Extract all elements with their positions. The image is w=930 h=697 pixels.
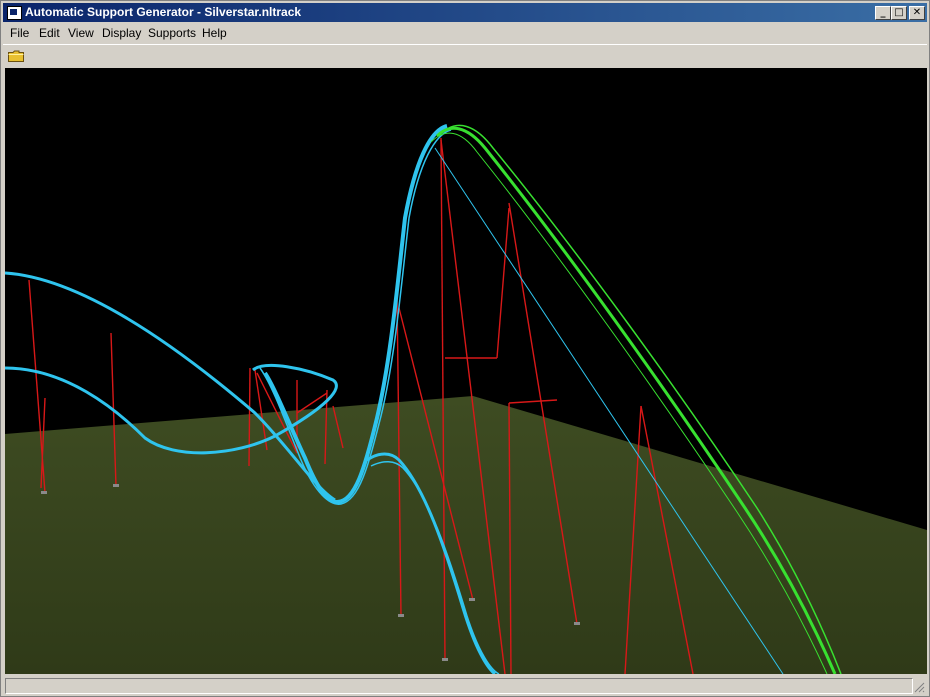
main-window: Automatic Support Generator - Silverstar… xyxy=(0,0,930,697)
menu-bar: File Edit View Display Supports Help xyxy=(3,23,927,43)
menu-supports[interactable]: Supports xyxy=(148,26,196,40)
status-text xyxy=(5,678,913,694)
status-bar xyxy=(3,676,927,695)
app-icon[interactable] xyxy=(7,6,22,20)
track-scene xyxy=(5,124,927,674)
3d-viewport[interactable] xyxy=(5,68,927,674)
title-bar[interactable]: Automatic Support Generator - Silverstar… xyxy=(3,3,927,22)
menu-help[interactable]: Help xyxy=(202,26,227,40)
menu-file[interactable]: File xyxy=(10,26,29,40)
window-title: Automatic Support Generator - Silverstar… xyxy=(25,5,302,19)
minimize-button[interactable]: _ xyxy=(875,6,891,20)
resize-grip-icon[interactable] xyxy=(913,681,925,693)
maximize-button[interactable]: □ xyxy=(891,6,907,20)
menu-edit[interactable]: Edit xyxy=(39,26,60,40)
close-button[interactable]: ✕ xyxy=(909,6,925,20)
menu-display[interactable]: Display xyxy=(102,26,141,40)
toolbar xyxy=(3,44,927,67)
menu-view[interactable]: View xyxy=(68,26,94,40)
folder-icon[interactable] xyxy=(8,50,24,62)
